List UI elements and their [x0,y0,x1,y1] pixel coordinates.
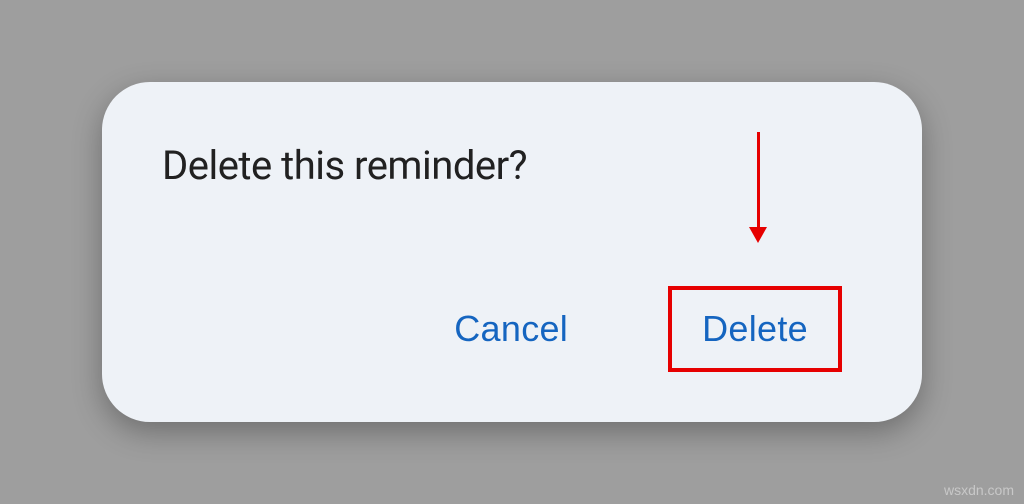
watermark-text: wsxdn.com [944,482,1014,498]
delete-button[interactable]: Delete [668,286,842,372]
cancel-button[interactable]: Cancel [424,290,598,368]
confirmation-dialog: Delete this reminder? Cancel Delete [102,82,922,422]
dialog-actions: Cancel Delete [162,286,862,372]
dialog-title: Delete this reminder? [162,142,862,189]
